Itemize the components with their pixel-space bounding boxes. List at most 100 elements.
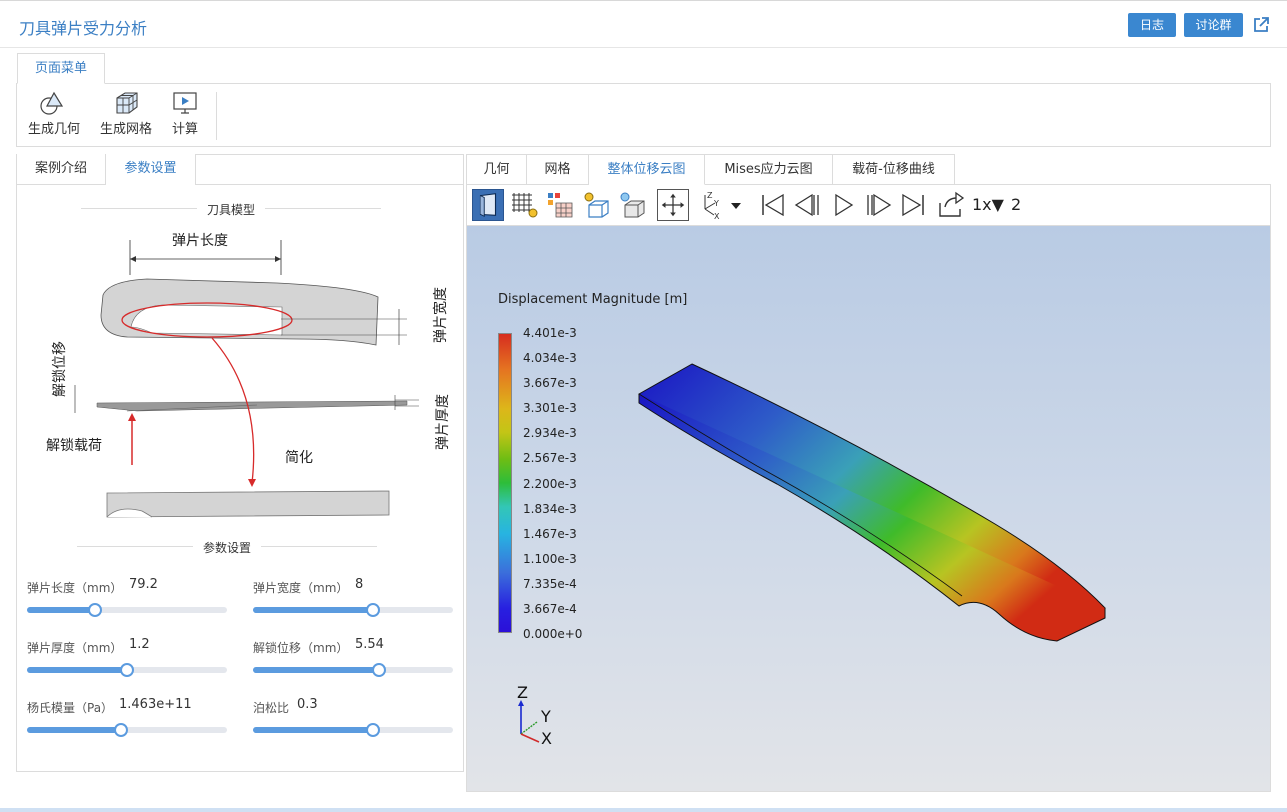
slider-fill	[27, 727, 121, 733]
first-frame-icon[interactable]	[757, 189, 789, 221]
param-section-title: 参数设置	[193, 539, 262, 556]
param-slider[interactable]	[27, 663, 227, 677]
solid-box-icon[interactable]	[616, 189, 648, 221]
axis-orientation-dropdown-icon[interactable]: Z Y X	[697, 189, 745, 221]
simplify-label: 简化	[285, 449, 313, 466]
colorbar-title: Displacement Magnitude [m]	[498, 292, 688, 307]
previous-frame-icon[interactable]	[792, 189, 824, 221]
compute-icon	[173, 92, 197, 114]
param-slider[interactable]	[27, 603, 227, 617]
svg-text:Z: Z	[707, 191, 713, 200]
param-value: 1.2	[129, 637, 150, 652]
colorbar-tick-label: 2.934e-3	[523, 426, 577, 441]
param-label: 解锁位移（mm）	[253, 641, 349, 655]
mesh-icon	[116, 92, 138, 114]
tab-parameter-settings[interactable]: 参数设置	[106, 154, 196, 185]
slider-fill	[27, 667, 127, 673]
param-value: 1.463e+11	[119, 697, 192, 712]
colorbar-tick-label: 4.034e-3	[523, 351, 577, 366]
svg-text:Y: Y	[713, 199, 719, 208]
tab-divider	[196, 184, 464, 185]
colorbar-tick-label: 2.200e-3	[523, 476, 577, 491]
param-slider[interactable]	[253, 723, 453, 737]
param-value: 5.54	[355, 637, 384, 652]
top-bar: 刀具弹片受力分析 日志 讨论群	[0, 0, 1287, 48]
generate-mesh-label: 生成网格	[99, 122, 152, 137]
tab-load-displacement-curve[interactable]: 载荷-位移曲线	[833, 154, 955, 185]
slider-handle[interactable]	[366, 603, 380, 617]
param-label: 弹片厚度（mm）	[27, 641, 123, 655]
slider-fill	[253, 727, 373, 733]
colorbar-tick-label: 3.301e-3	[523, 401, 577, 416]
slider-fill	[253, 667, 379, 673]
x-axis-label: X	[541, 729, 552, 746]
page-title: 刀具弹片受力分析	[19, 19, 148, 38]
param-slider[interactable]	[253, 663, 453, 677]
playback-speed-dropdown[interactable]: 1x▼	[972, 195, 1004, 214]
colorbar-tick-label: 4.401e-3	[523, 326, 577, 340]
unlock-displacement-label: 解锁位移	[52, 341, 68, 397]
blade-model-diagram: 弹片长度 解锁载荷 简化 弹片宽度 弹片厚度 解锁位移	[46, 233, 451, 518]
surface-view-icon[interactable]	[472, 189, 504, 221]
right-panel: 几何 网格 整体位移云图 Mises应力云图 载荷-位移曲线 Z Y X 1x▼…	[466, 154, 1271, 792]
discussion-group-button[interactable]: 讨论群	[1184, 13, 1243, 37]
compute-button[interactable]: 计算	[165, 90, 205, 137]
blade-length-label: 弹片长度	[172, 233, 228, 249]
last-frame-icon[interactable]	[897, 189, 929, 221]
colorbar-tick-label: 1.100e-3	[523, 551, 577, 566]
compute-label: 计算	[171, 122, 198, 137]
3d-viewport[interactable]: Displacement Magnitude [m] 4.401e-3 4.034…	[466, 225, 1271, 792]
slider-handle[interactable]	[114, 723, 128, 737]
unlock-load-label: 解锁载荷	[46, 438, 102, 454]
slider-handle[interactable]	[88, 603, 102, 617]
y-axis-label: Y	[540, 707, 551, 726]
colorbar-tick-label: 1.834e-3	[523, 501, 577, 516]
geometry-icon	[40, 91, 64, 115]
colorbar-tick-label: 1.467e-3	[523, 526, 577, 541]
generate-geometry-label: 生成几何	[27, 122, 80, 137]
slider-handle[interactable]	[366, 723, 380, 737]
log-button[interactable]: 日志	[1128, 13, 1176, 37]
model-section-title: 刀具模型	[197, 201, 266, 218]
frame-number: 2	[1011, 195, 1022, 214]
fit-view-icon[interactable]	[657, 189, 689, 221]
generate-mesh-button[interactable]: 生成网格	[97, 90, 155, 137]
param-value: 0.3	[297, 697, 318, 712]
param-value: 8	[355, 577, 364, 592]
mesh-lines-icon[interactable]	[508, 189, 540, 221]
colorbar-tick-label: 2.567e-3	[523, 451, 577, 466]
z-axis-label: Z	[517, 686, 528, 702]
blade-thickness-label: 弹片厚度	[435, 394, 451, 450]
blade-width-label: 弹片宽度	[432, 287, 449, 343]
svg-text:X: X	[714, 212, 720, 221]
tab-displacement-contour[interactable]: 整体位移云图	[589, 154, 705, 185]
param-slider[interactable]	[27, 723, 227, 737]
viewer-toolbar: Z Y X 1x▼ 2	[466, 185, 1271, 225]
param-label: 杨氏模量（Pa）	[27, 701, 114, 715]
param-slider[interactable]	[253, 603, 453, 617]
color-mesh-icon[interactable]	[544, 189, 576, 221]
axis-triad-icon: Z Y X	[517, 686, 552, 746]
wireframe-box-icon[interactable]	[580, 189, 612, 221]
generate-geometry-button[interactable]: 生成几何	[25, 90, 83, 137]
next-frame-icon[interactable]	[862, 189, 894, 221]
tab-case-intro[interactable]: 案例介绍	[17, 154, 106, 185]
ribbon-toolbar: 生成几何 生成网格 计算	[16, 83, 1271, 147]
slider-handle[interactable]	[372, 663, 386, 677]
colorbar-tick-label: 3.667e-3	[523, 376, 577, 391]
slider-fill	[253, 607, 373, 613]
play-icon[interactable]	[827, 189, 859, 221]
slider-handle[interactable]	[120, 663, 134, 677]
tab-geometry[interactable]: 几何	[466, 154, 527, 185]
tab-page-menu[interactable]: 页面菜单	[17, 53, 105, 84]
param-value: 79.2	[129, 577, 158, 592]
tab-mesh[interactable]: 网格	[527, 154, 589, 185]
param-label: 弹片宽度（mm）	[253, 581, 349, 595]
param-label: 泊松比	[253, 701, 290, 715]
external-link-icon[interactable]	[1252, 16, 1270, 34]
tab-mises-stress-contour[interactable]: Mises应力云图	[705, 154, 833, 185]
bottom-bar	[0, 808, 1287, 812]
slider-fill	[27, 607, 95, 613]
loop-icon[interactable]	[935, 189, 967, 221]
param-label: 弹片长度（mm）	[27, 581, 123, 595]
